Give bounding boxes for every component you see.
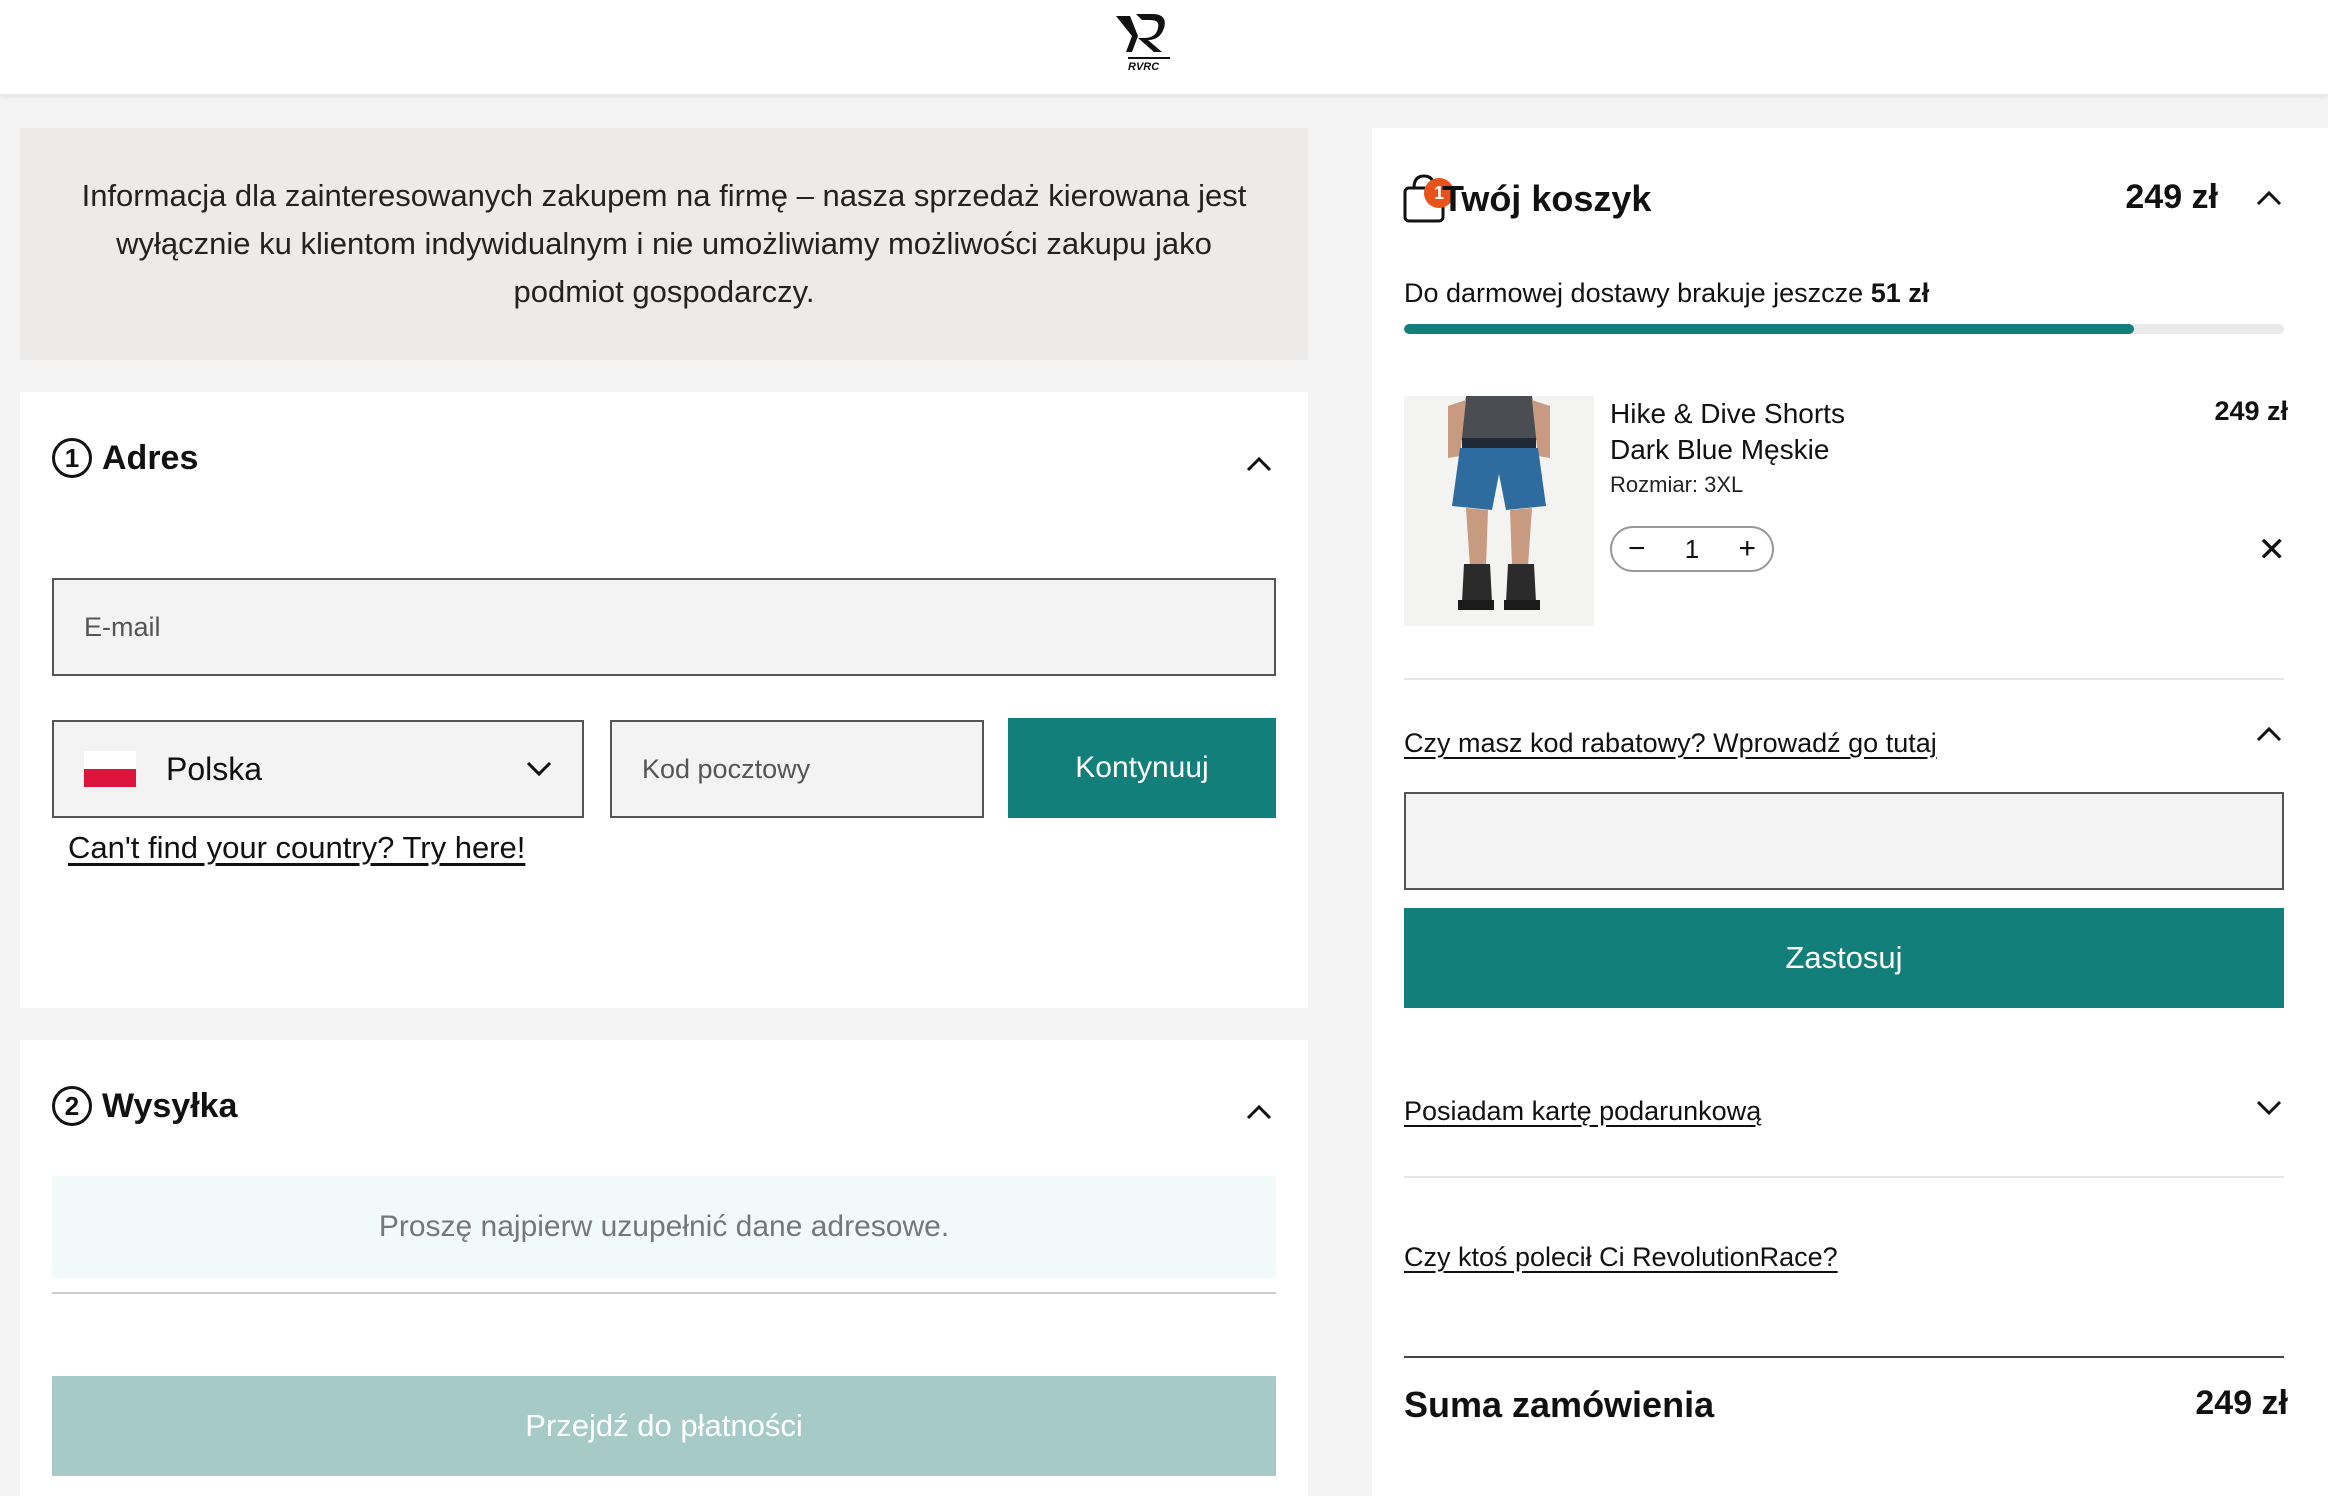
step-number: 2	[52, 1086, 92, 1126]
chevron-up-icon[interactable]	[1246, 1100, 1272, 1126]
increase-quantity-button[interactable]: +	[1738, 534, 1756, 564]
discount-code-toggle[interactable]: Czy masz kod rabatowy? Wprowadź go tutaj	[1404, 728, 1937, 759]
notice-text: Informacja dla zainteresowanych zakupem …	[81, 178, 1247, 309]
gift-card-toggle[interactable]: Posiadam kartę podarunkową	[1404, 1096, 1761, 1127]
remove-item-icon[interactable]: ✕	[2258, 530, 2287, 570]
free-shipping-progress	[1404, 324, 2284, 334]
shipping-section: 2 Wysyłka Proszę najpierw uzupełnić dane…	[20, 1040, 1308, 1496]
email-placeholder: E-mail	[84, 611, 161, 642]
product-image[interactable]	[1404, 396, 1594, 626]
rvrc-logo[interactable]: RVRC	[1108, 8, 1188, 74]
order-total-label: Suma zamówienia	[1404, 1384, 1715, 1425]
free-shipping-label: Do darmowej dostawy brakuje jeszcze	[1404, 278, 1864, 308]
quantity-stepper: − 1 +	[1610, 526, 1774, 572]
country-select[interactable]: Polska	[52, 720, 584, 818]
step-number: 1	[52, 438, 92, 478]
svg-text:RVRC: RVRC	[1128, 61, 1160, 73]
decrease-quantity-button[interactable]: −	[1628, 534, 1646, 564]
shorts-product-illustration	[1404, 396, 1594, 626]
product-size: Rozmiar: 3XL	[1610, 472, 1744, 497]
progress-fill	[1404, 324, 2135, 334]
postal-code-field[interactable]: Kod pocztowy	[610, 720, 984, 818]
address-title: Adres	[102, 438, 199, 477]
chevron-up-icon[interactable]	[2256, 186, 2282, 212]
divider	[1404, 1176, 2284, 1178]
shipping-info-message: Proszę najpierw uzupełnić dane adresowe.	[52, 1176, 1276, 1278]
referral-link[interactable]: Czy ktoś polecił Ci RevolutionRace?	[1404, 1242, 1838, 1273]
postal-placeholder: Kod pocztowy	[642, 753, 811, 784]
order-total-value: 249 zł	[2195, 1384, 2288, 1422]
chevron-up-icon[interactable]	[1246, 452, 1272, 478]
divider	[52, 1292, 1276, 1294]
email-field[interactable]: E-mail	[52, 578, 1276, 676]
country-not-found-link[interactable]: Can't find your country? Try here!	[68, 830, 525, 866]
divider	[1404, 678, 2284, 680]
continue-button[interactable]: Kontynuuj	[1008, 718, 1276, 818]
go-to-payment-button[interactable]: Przejdź do płatności	[52, 1376, 1276, 1476]
poland-flag-icon	[84, 751, 136, 787]
chevron-up-icon[interactable]	[2256, 722, 2282, 748]
free-shipping-text: Do darmowej dostawy brakuje jeszcze 51 z…	[1404, 278, 1929, 309]
business-purchase-notice: Informacja dla zainteresowanych zakupem …	[20, 128, 1308, 360]
shipping-title: Wysyłka	[102, 1086, 238, 1125]
chevron-down-icon	[526, 761, 552, 777]
divider	[1404, 1356, 2284, 1358]
apply-discount-button[interactable]: Zastosuj	[1404, 908, 2284, 1008]
quantity-value: 1	[1684, 533, 1700, 564]
discount-code-input[interactable]	[1404, 792, 2284, 890]
product-price: 249 zł	[2214, 396, 2288, 426]
cart-total: 249 zł	[2125, 178, 2218, 216]
top-bar: RVRC	[0, 0, 2328, 96]
shipping-header[interactable]: 2 Wysyłka	[52, 1086, 237, 1126]
cart-panel: 1 Twój koszyk 249 zł Do darmowej dostawy…	[1372, 128, 2328, 1496]
country-value: Polska	[166, 750, 263, 787]
chevron-down-icon[interactable]	[2256, 1094, 2282, 1120]
address-section: 1 Adres E-mail Polska Kod pocztowy Konty…	[20, 392, 1308, 1008]
free-shipping-amount: 51 zł	[1870, 278, 1930, 308]
cart-title: Twój koszyk	[1442, 178, 1652, 219]
address-header[interactable]: 1 Adres	[52, 438, 198, 478]
product-name[interactable]: Hike & Dive Shorts	[1610, 398, 1845, 430]
product-variant: Dark Blue Męskie	[1610, 434, 1830, 465]
